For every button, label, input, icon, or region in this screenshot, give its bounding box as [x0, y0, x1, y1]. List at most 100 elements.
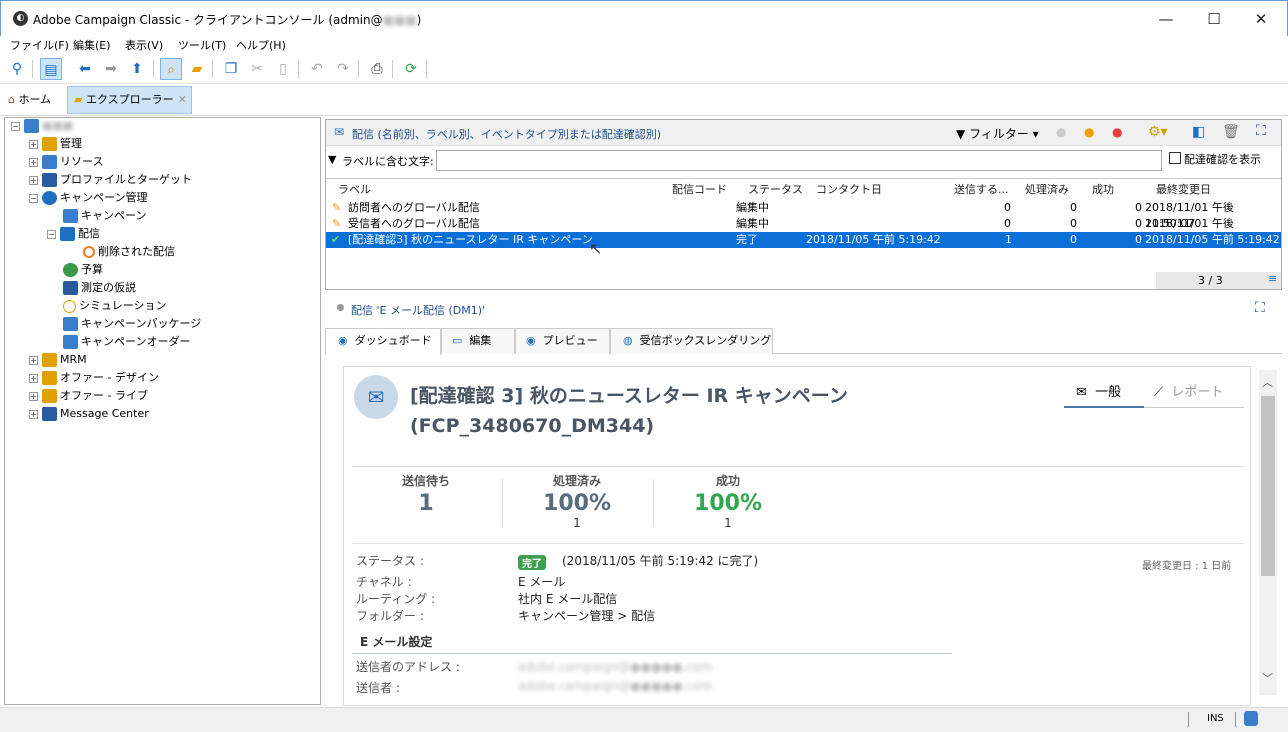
vertical-scrollbar[interactable]: ︿ ﹀ — [1259, 370, 1277, 695]
actions-gear-icon[interactable]: ⚙▾ — [1148, 124, 1168, 140]
offer-icon — [42, 389, 57, 403]
tree-item-campaigns[interactable]: キャンペーン — [63, 207, 146, 225]
scroll-down-icon[interactable]: ﹀ — [1262, 670, 1273, 686]
new-delivery-icon[interactable]: ◧ — [1192, 124, 1205, 140]
menu-file[interactable]: ファイル(F) — [10, 37, 69, 53]
show-proofs-checkbox[interactable] — [1169, 152, 1181, 164]
view-report-tab[interactable]: ⟋ レポート — [1144, 381, 1244, 408]
table-row[interactable]: ✎ 訪問者へのグローバル配信 編集中 0 0 0 2018/11/01 午後 1… — [326, 200, 1281, 230]
tree-root[interactable]: − ■■■ — [11, 117, 73, 135]
stop-icon[interactable]: ● — [1112, 125, 1122, 139]
campaign-folder-icon — [63, 209, 78, 223]
menu-view[interactable]: 表示(V) — [125, 37, 163, 53]
expand-icon[interactable]: + — [29, 175, 38, 185]
print-icon[interactable]: ⎙ — [366, 58, 388, 80]
tree-item-resources[interactable]: + リソース — [29, 153, 103, 171]
tree-item-campaign-packages[interactable]: キャンペーンパッケージ — [63, 315, 201, 333]
column-header-processed[interactable]: 処理済み — [1025, 181, 1069, 197]
close-tab-icon[interactable]: ✕ — [178, 87, 187, 113]
funnel-icon: ▼ — [956, 127, 966, 141]
column-header-status[interactable]: ステータス — [748, 181, 803, 197]
tree-item-deliveries[interactable]: − 配信 — [47, 225, 100, 243]
undo-icon[interactable]: ↶ — [306, 58, 328, 80]
column-header-modified[interactable]: 最終変更日 — [1156, 181, 1211, 197]
search-icon[interactable]: ⌕ — [160, 58, 182, 80]
menu-tools[interactable]: ツール(T) — [178, 37, 226, 53]
tree-item-campaign-orders[interactable]: キャンペーンオーダー — [63, 333, 190, 351]
paste-icon[interactable]: ▯ — [272, 58, 294, 80]
column-header-code[interactable]: 配信コード — [672, 181, 727, 197]
column-header-success[interactable]: 成功 — [1092, 181, 1114, 197]
tree-item-mrm[interactable]: + MRM — [29, 351, 87, 369]
maximize-panel-icon[interactable]: ⛶ — [1256, 123, 1266, 139]
column-header-sent[interactable]: 送信する... — [954, 181, 1009, 197]
folder-icon[interactable]: ▰ — [186, 58, 208, 80]
expand-icon[interactable]: + — [29, 409, 38, 419]
expand-icon[interactable]: + — [29, 157, 38, 167]
maximize-panel-icon[interactable]: ⛶ — [1255, 300, 1265, 316]
column-menu-icon[interactable]: ≡ — [1268, 272, 1277, 285]
maximize-button[interactable]: ☐ — [1197, 7, 1231, 31]
window-title: Adobe Campaign Classic - クライアントコンソール (ad… — [33, 13, 422, 27]
status-badge: 完了 — [518, 555, 546, 570]
scroll-up-icon[interactable]: ︿ — [1262, 374, 1273, 390]
delivery-grid[interactable]: ラベル 配信コード ステータス コンタクト日 送信する... 処理済み 成功 最… — [326, 178, 1281, 289]
filter-button[interactable]: ▼ フィルター ▾ — [956, 125, 1039, 142]
up-folder-icon[interactable]: ⬆ — [126, 58, 148, 80]
tab-preview[interactable]: ◉ プレビュー — [515, 328, 610, 354]
tree-item-profiles[interactable]: + プロファイルとターゲット — [29, 171, 192, 189]
delete-icon[interactable]: 🗑 — [1222, 124, 1240, 140]
tree-item-deleted-deliveries[interactable]: 削除された配信 — [83, 243, 175, 261]
status-bar: INS — [0, 707, 1288, 732]
tab-home[interactable]: ⌂ ホーム — [8, 91, 51, 107]
view-general-tab[interactable]: ✉ 一般 — [1064, 381, 1144, 408]
minimize-button[interactable]: — — [1149, 7, 1183, 31]
expand-icon[interactable]: + — [29, 139, 38, 149]
tab-edit[interactable]: ▭ 編集 — [441, 328, 515, 354]
tree-item-offer-live[interactable]: + オファー - ライブ — [29, 387, 148, 405]
expand-icon[interactable]: + — [29, 355, 38, 365]
tree-item-admin[interactable]: + 管理 — [29, 135, 82, 153]
label-filter-input[interactable] — [436, 150, 1162, 171]
close-button[interactable]: ✕ — [1244, 7, 1278, 31]
tab-dashboard[interactable]: ◉ ダッシュボード — [325, 328, 441, 355]
column-header-contact[interactable]: コンタクト日 — [816, 181, 882, 197]
expand-icon[interactable]: + — [29, 373, 38, 383]
sender-address-label: 送信者のアドレス : — [356, 660, 460, 674]
tree-item-offer-design[interactable]: + オファー - デザイン — [29, 369, 159, 387]
tree-item-simulation[interactable]: シミュレーション — [63, 297, 167, 315]
scroll-thumb[interactable] — [1261, 396, 1275, 576]
copy-icon[interactable]: ❐ — [220, 58, 242, 80]
tab-inbox-rendering[interactable]: ◍ 受信ボックスレンダリング — [610, 328, 773, 354]
collapse-icon[interactable]: − — [11, 121, 20, 131]
collapse-icon[interactable]: − — [29, 193, 38, 203]
refresh-icon[interactable]: ⟳ — [400, 58, 422, 80]
pause-icon[interactable]: ● — [1084, 125, 1094, 139]
column-header-label[interactable]: ラベル — [338, 181, 371, 197]
explorer-view-icon[interactable]: ▤ — [40, 58, 62, 80]
package-icon — [63, 317, 78, 331]
menu-help[interactable]: ヘルプ(H) — [236, 37, 286, 53]
detail-title: 配信 'E メール配信 (DM1)' — [351, 304, 486, 317]
tree-item-campaign-mgmt[interactable]: − キャンペーン管理 — [29, 189, 147, 207]
redo-icon[interactable]: ↷ — [332, 58, 354, 80]
collapse-icon[interactable]: − — [47, 229, 56, 239]
workspace-tabs: ⌂ ホーム ▰ エクスプローラー ✕ — [0, 84, 1288, 116]
explorer-tree[interactable]: − ■■■ + 管理 + リソース + プロファイルとターゲット − キャンペーン管理 キ… — [4, 117, 321, 705]
tree-item-message-center[interactable]: + Message Center — [29, 405, 149, 423]
forward-arrow-icon[interactable]: ➡ — [100, 58, 122, 80]
tree-item-budget[interactable]: 予算 — [63, 261, 103, 279]
pencil-icon: ✎ — [332, 201, 342, 214]
menu-edit[interactable]: 編集(E) — [73, 37, 111, 53]
cut-icon[interactable]: ✂ — [246, 58, 268, 80]
new-user-icon[interactable]: ⚲ — [6, 58, 28, 80]
table-row-selected[interactable]: ✔ [配達確認3] 秋のニュースレター IR キャンペーン 完了 2018/11… — [326, 232, 1281, 248]
back-arrow-icon[interactable]: ⬅ — [74, 58, 96, 80]
table-row[interactable]: ✎ 受信者へのグローバル配信 編集中 0 0 0 2018/11/01 午後 1… — [326, 216, 1281, 246]
resources-icon — [42, 155, 57, 169]
tree-item-hypotheses[interactable]: 測定の仮説 — [63, 279, 136, 297]
tab-explorer[interactable]: ▰ エクスプローラー ✕ — [67, 86, 192, 114]
globe-icon: ◍ — [623, 334, 633, 347]
start-icon[interactable]: ● — [1056, 125, 1066, 139]
expand-icon[interactable]: + — [29, 391, 38, 401]
